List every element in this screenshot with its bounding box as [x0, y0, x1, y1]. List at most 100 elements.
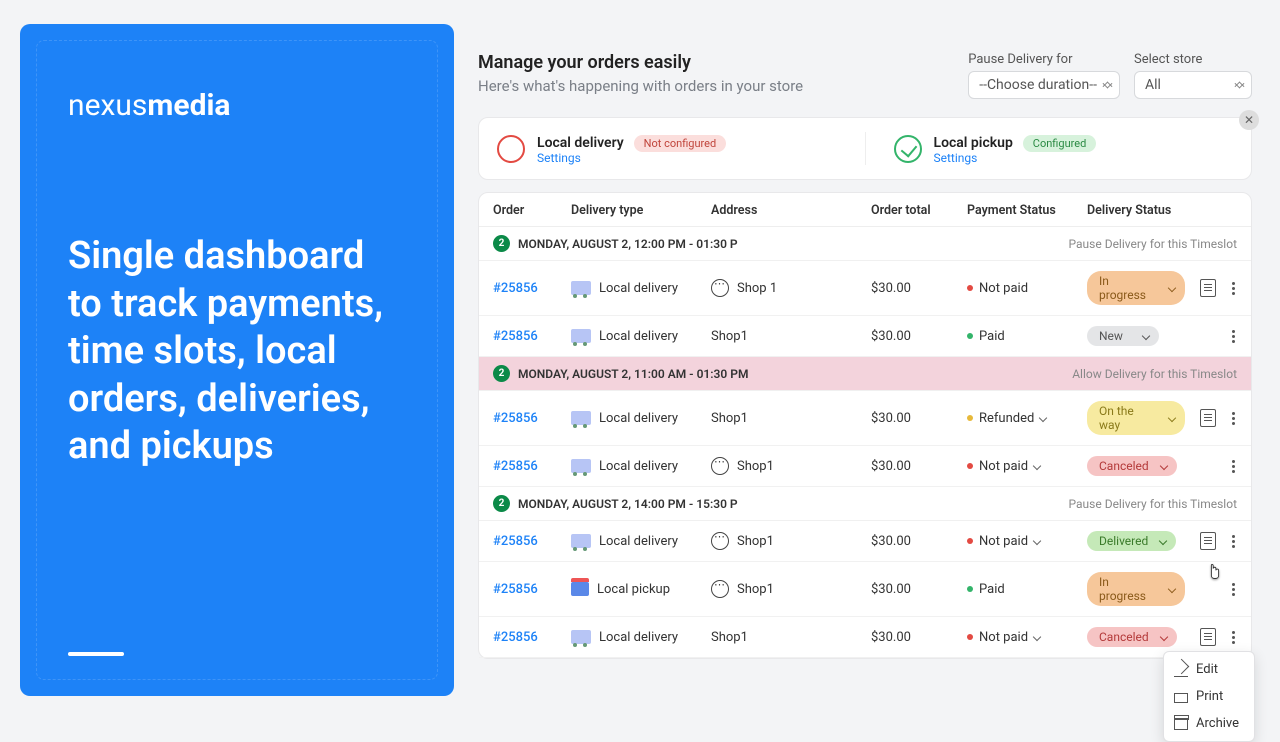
pause-delivery-select[interactable]: --Choose duration-- [968, 71, 1120, 99]
address-text: Shop1 [737, 582, 774, 597]
chevron-down-icon [1159, 633, 1167, 641]
archive-icon [1174, 718, 1188, 730]
print-icon [1174, 693, 1188, 703]
truck-icon [571, 281, 591, 295]
payment-status[interactable]: Not paid [967, 630, 1087, 645]
chat-icon[interactable] [711, 580, 729, 598]
order-link[interactable]: #25856 [493, 329, 571, 344]
row-actions-menu: EditPrintArchive [1163, 651, 1255, 742]
delivery-status-pill[interactable]: On the way [1087, 401, 1185, 435]
payment-status[interactable]: Paid [967, 582, 1087, 597]
status-dot-icon [967, 634, 973, 640]
row-actions-menu-button[interactable] [1232, 335, 1235, 338]
promo-panel: nexusmedia Single dashboard to track pay… [20, 24, 454, 696]
row-actions-menu-button[interactable] [1232, 636, 1235, 639]
order-total: $30.00 [871, 582, 967, 597]
timeslot-group-header: 2MONDAY, AUGUST 2, 12:00 PM - 01:30 PPau… [479, 227, 1251, 261]
document-icon[interactable] [1200, 628, 1216, 646]
address-text: Shop 1 [737, 281, 777, 296]
delivery-status-pill[interactable]: In progress [1087, 271, 1185, 305]
address-text: Shop1 [711, 329, 748, 344]
delivery-status-pill[interactable]: Delivered [1087, 531, 1176, 551]
payment-status[interactable]: Not paid [967, 459, 1087, 474]
row-actions-menu-button[interactable] [1232, 540, 1235, 543]
edit-icon [1174, 663, 1188, 677]
header-row: Manage your orders easily Here's what's … [478, 52, 1252, 99]
order-link[interactable]: #25856 [493, 459, 571, 474]
local-delivery-settings-link[interactable]: Settings [537, 151, 726, 165]
local-pickup-settings-link[interactable]: Settings [934, 151, 1097, 165]
orders-table: Order Delivery type Address Order total … [478, 192, 1252, 659]
document-icon[interactable] [1200, 279, 1216, 297]
order-total: $30.00 [871, 281, 967, 296]
timeslot-label: MONDAY, AUGUST 2, 12:00 PM - 01:30 P [518, 237, 738, 251]
chat-icon[interactable] [711, 457, 729, 475]
brand-logo: nexusmedia [68, 88, 406, 123]
chat-icon[interactable] [711, 532, 729, 550]
delivery-status-pill[interactable]: Canceled [1087, 627, 1177, 647]
chevron-down-icon [1168, 284, 1176, 292]
local-pickup-card: Local pickup Configured Settings [865, 132, 1234, 165]
dismiss-cards-button[interactable]: ✕ [1239, 110, 1259, 130]
delivery-status-pill[interactable]: Canceled [1087, 456, 1177, 476]
dashboard-area: Manage your orders easily Here's what's … [454, 0, 1280, 720]
payment-status[interactable]: Paid [967, 329, 1087, 344]
page-subtitle: Here's what's happening with orders in y… [478, 77, 803, 95]
order-link[interactable]: #25856 [493, 411, 571, 426]
order-link[interactable]: #25856 [493, 630, 571, 645]
chat-icon[interactable] [711, 279, 729, 297]
address-text: Shop1 [737, 534, 774, 549]
order-total: $30.00 [871, 411, 967, 426]
menu-edit[interactable]: Edit [1164, 656, 1254, 683]
chevron-down-icon [1168, 585, 1176, 593]
delivery-status-pill[interactable]: New [1087, 326, 1159, 346]
timeslot-toggle-link[interactable]: Allow Delivery for this Timeslot [1072, 367, 1237, 381]
payment-status[interactable]: Refunded [967, 411, 1087, 426]
status-dot-icon [967, 285, 973, 291]
not-configured-badge: Not configured [634, 135, 727, 152]
menu-print[interactable]: Print [1164, 683, 1254, 710]
payment-status[interactable]: Not paid [967, 281, 1087, 296]
row-actions-menu-button[interactable] [1232, 417, 1235, 420]
order-row: #25856Local deliveryShop1$30.00RefundedO… [479, 391, 1251, 446]
chevron-down-icon [1168, 414, 1176, 422]
delivery-type-text: Local pickup [597, 582, 670, 597]
order-row: #25856Local deliveryShop1$30.00Not paidD… [479, 521, 1251, 562]
order-link[interactable]: #25856 [493, 281, 571, 296]
pickup-icon [571, 582, 589, 596]
timeslot-label: MONDAY, AUGUST 2, 11:00 AM - 01:30 PM [518, 367, 748, 381]
chevron-down-icon [1142, 332, 1150, 340]
col-order: Order [493, 203, 571, 218]
order-total: $30.00 [871, 534, 967, 549]
store-select[interactable]: All [1134, 71, 1252, 99]
col-payment-status: Payment Status [967, 203, 1087, 218]
row-actions-menu-button[interactable] [1232, 287, 1235, 290]
document-icon[interactable] [1200, 532, 1216, 550]
timeslot-toggle-link[interactable]: Pause Delivery for this Timeslot [1069, 237, 1237, 251]
delivery-status-pill[interactable]: In progress [1087, 572, 1185, 606]
pause-delivery-select-group: Pause Delivery for --Choose duration-- [968, 52, 1120, 99]
order-total: $30.00 [871, 630, 967, 645]
col-delivery-status: Delivery Status [1087, 203, 1237, 218]
store-select-label: Select store [1134, 52, 1252, 67]
delivery-type-text: Local delivery [599, 281, 678, 296]
menu-archive[interactable]: Archive [1164, 710, 1254, 737]
chevron-down-icon [1033, 462, 1041, 470]
col-delivery-type: Delivery type [571, 203, 711, 218]
order-link[interactable]: #25856 [493, 582, 571, 597]
row-actions-menu-button[interactable] [1232, 588, 1235, 591]
address-text: Shop1 [711, 411, 748, 426]
truck-icon [571, 459, 591, 473]
order-row: #25856Local deliveryShop1$30.00PaidNew [479, 316, 1251, 357]
local-delivery-card: Local delivery Not configured Settings [497, 132, 837, 165]
payment-status[interactable]: Not paid [967, 534, 1087, 549]
status-dot-icon [967, 586, 973, 592]
table-header: Order Delivery type Address Order total … [479, 193, 1251, 227]
order-link[interactable]: #25856 [493, 534, 571, 549]
order-row: #25856 Local delivery Shop 1 $30.00Not paid… [479, 261, 1251, 316]
timeslot-toggle-link[interactable]: Pause Delivery for this Timeslot [1069, 497, 1237, 511]
method-status-cards: ✕ Local delivery Not configured Settings… [478, 117, 1252, 180]
document-icon[interactable] [1200, 409, 1216, 427]
order-total: $30.00 [871, 459, 967, 474]
row-actions-menu-button[interactable] [1232, 465, 1235, 468]
